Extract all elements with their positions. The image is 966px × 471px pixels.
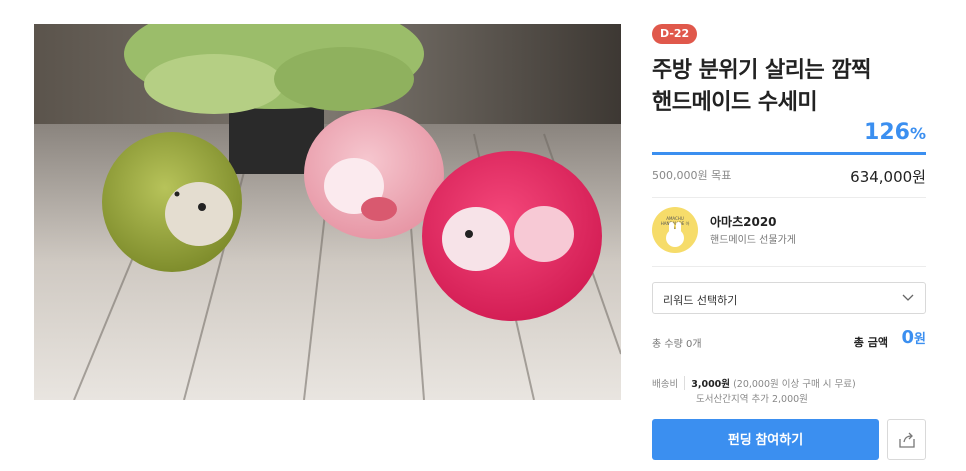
funded-amount: 634,000원 <box>850 168 926 186</box>
achievement-rate-unit: % <box>909 124 926 143</box>
share-icon <box>899 432 915 448</box>
share-button[interactable] <box>887 419 926 460</box>
project-title-line2: 핸드메이드 수세미 <box>652 90 818 115</box>
reward-select-dropdown[interactable]: 리워드 선택하기 <box>652 282 926 314</box>
product-image <box>34 24 621 400</box>
achievement-rate: 126% <box>864 120 926 145</box>
chevron-down-icon <box>902 294 914 301</box>
shipping-extra: 도서산간지역 추가 2,000원 <box>696 394 808 405</box>
creator-name[interactable]: 아마츠2020 <box>710 213 777 230</box>
shipping-note: (20,000원 이상 구매 시 무료) <box>733 379 856 390</box>
bunny-face-icon <box>666 229 684 247</box>
divider <box>652 197 926 198</box>
creator-profile[interactable]: AMACHU HANDMADE 아마츠 아마츠2020 핸드메이드 선물가게 <box>652 207 926 255</box>
project-title-line1: 주방 분위기 살리는 깜찍 <box>652 58 871 83</box>
total-amount-value: 0 <box>901 327 915 348</box>
shipping-price: 3,000원 <box>691 379 731 390</box>
creator-description: 핸드메이드 선물가게 <box>710 235 796 246</box>
fund-participate-button[interactable]: 펀딩 참여하기 <box>652 419 879 460</box>
funding-progress-bar <box>652 152 926 155</box>
achievement-rate-value: 126 <box>864 120 910 145</box>
shipping-label: 배송비 <box>652 376 686 390</box>
funding-progress-fill <box>652 152 926 155</box>
shipping-info: 배송비 3,000원 (20,000원 이상 구매 시 무료) <box>652 376 926 390</box>
creator-avatar[interactable]: AMACHU HANDMADE 아마츠 <box>652 207 698 253</box>
product-photo-illustration <box>34 24 621 400</box>
total-amount: 0원 <box>902 327 927 348</box>
total-amount-label: 총 금액 <box>853 336 888 349</box>
project-title: 주방 분위기 살리는 깜찍 핸드메이드 수세미 <box>652 55 926 119</box>
funding-goal: 500,000원 목표 <box>652 169 732 182</box>
reward-select-label: 리워드 선택하기 <box>663 294 738 307</box>
total-amount-unit: 원 <box>914 332 926 347</box>
d-day-badge: D-22 <box>652 24 698 44</box>
divider <box>652 266 926 267</box>
total-quantity: 총 수량 0개 <box>652 339 702 350</box>
